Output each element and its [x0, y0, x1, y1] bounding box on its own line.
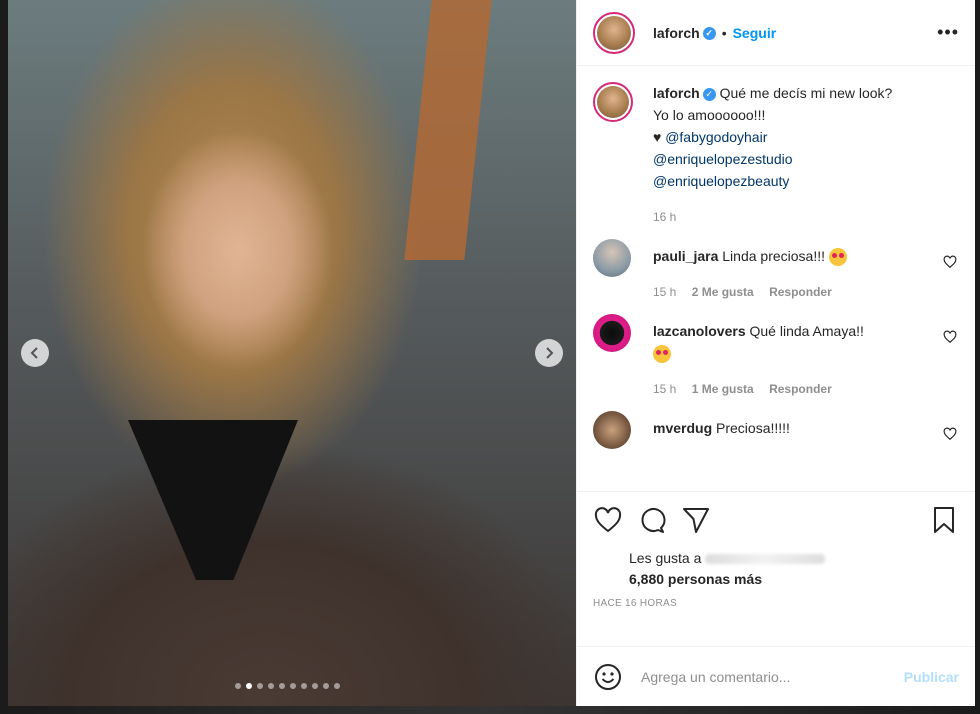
heart-icon[interactable] [943, 255, 957, 269]
comment-time[interactable]: 15 h [653, 382, 676, 396]
comment-item: mverdug Preciosa!!!!! [593, 411, 959, 449]
caption-line1: Qué me decís mi new look? [719, 85, 893, 101]
post-header: laforch ✓ • Seguir ••• [577, 0, 975, 66]
comment-likes[interactable]: 1 Me gusta [692, 382, 754, 396]
carousel-prev-button[interactable] [21, 339, 49, 367]
carousel-dot [312, 683, 318, 689]
heart-icon[interactable] [943, 330, 957, 344]
commenter-avatar[interactable] [593, 239, 631, 277]
caption-line2: Yo lo amoooooo!!! [653, 107, 766, 123]
comments-list[interactable]: laforch ✓ Qué me decís mi new look? Yo lo… [577, 66, 975, 492]
author-avatar[interactable] [593, 11, 635, 54]
comment-bubble-icon[interactable] [637, 505, 667, 535]
comment-text: pauli_jara Linda preciosa!!! 15 h 2 Me g… [653, 245, 893, 303]
more-options-button[interactable]: ••• [937, 22, 959, 43]
carousel-dot [235, 683, 241, 689]
caption-time[interactable]: 16 h [653, 210, 676, 224]
commenter-avatar[interactable] [593, 411, 631, 449]
post-timestamp[interactable]: HACE 16 HORAS [577, 590, 975, 609]
carousel-next-button[interactable] [535, 339, 563, 367]
caption: laforch ✓ Qué me decís mi new look? Yo lo… [593, 82, 959, 228]
add-comment-bar: Publicar [577, 646, 975, 706]
post-photo[interactable] [8, 0, 576, 706]
reply-button[interactable]: Responder [769, 382, 832, 396]
reply-button[interactable]: Responder [769, 285, 832, 299]
mention-link[interactable]: @enriquelopezestudio [653, 148, 892, 170]
carousel-dot [290, 683, 296, 689]
commenter-username[interactable]: pauli_jara [653, 248, 718, 264]
chevron-right-icon [546, 347, 554, 359]
photo-window-frame [404, 0, 492, 260]
post-modal: laforch ✓ • Seguir ••• laforch ✓ Qué me de… [8, 0, 975, 706]
comment-time[interactable]: 15 h [653, 285, 676, 299]
comment-text: lazcanolovers Qué linda Amaya!! 15 h 1 M… [653, 320, 893, 400]
bookmark-icon[interactable] [929, 505, 959, 535]
comment-meta: 15 h 1 Me gusta Responder [653, 378, 893, 400]
comment-body: Linda preciosa!!! [722, 248, 825, 264]
likes-prefix: Les gusta a [629, 550, 702, 566]
comment-item: pauli_jara Linda preciosa!!! 15 h 2 Me g… [593, 239, 959, 303]
commenter-avatar[interactable] [593, 314, 631, 352]
heart-eyes-emoji-icon [653, 345, 671, 364]
commenter-username[interactable]: lazcanolovers [653, 323, 746, 339]
verified-icon: ✓ [702, 27, 716, 41]
caption-avatar[interactable] [593, 82, 633, 122]
heart-icon[interactable] [943, 427, 957, 441]
mention-link[interactable]: @fabygodoyhair [665, 129, 767, 145]
carousel-dot [279, 683, 285, 689]
caption-username[interactable]: laforch [653, 85, 700, 101]
comment-item: lazcanolovers Qué linda Amaya!! 15 h 1 M… [593, 314, 959, 400]
mention-link[interactable]: @enriquelopezbeauty [653, 170, 892, 192]
carousel-dots [235, 683, 340, 689]
publish-button[interactable]: Publicar [904, 669, 959, 685]
comment-body: Preciosa!!!!! [716, 420, 790, 436]
photo-shirt [128, 420, 298, 580]
heart-eyes-emoji-icon [828, 248, 847, 267]
share-send-icon[interactable] [681, 505, 711, 535]
chevron-left-icon [30, 347, 38, 359]
emoji-smile-icon[interactable] [593, 662, 623, 692]
carousel-dot [246, 683, 252, 689]
likes-count[interactable]: 6,880 personas más [629, 571, 762, 587]
likes-summary[interactable]: Les gusta a 6,880 personas más [577, 548, 975, 590]
comment-likes[interactable]: 2 Me gusta [692, 285, 754, 299]
liker-name-blurred [705, 554, 826, 565]
comment-body: Qué linda Amaya!! [749, 323, 864, 339]
carousel-dot [257, 683, 263, 689]
carousel-dot [301, 683, 307, 689]
comment-meta: 15 h 2 Me gusta Responder [653, 281, 893, 303]
post-sidebar: laforch ✓ • Seguir ••• laforch ✓ Qué me de… [576, 0, 975, 706]
comment-input[interactable] [639, 667, 904, 686]
carousel-dot [334, 683, 340, 689]
carousel-dot [323, 683, 329, 689]
header-separator: • [721, 24, 727, 41]
verified-icon: ✓ [702, 87, 716, 101]
action-bar [577, 492, 975, 548]
like-heart-icon[interactable] [593, 505, 623, 535]
follow-button[interactable]: Seguir [733, 25, 777, 41]
commenter-username[interactable]: mverdug [653, 420, 712, 436]
comment-text: mverdug Preciosa!!!!! [653, 417, 893, 439]
heart-symbol: ♥ [653, 129, 662, 145]
author-username[interactable]: laforch ✓ [653, 25, 716, 41]
caption-meta: 16 h [653, 206, 892, 228]
caption-text: laforch ✓ Qué me decís mi new look? Yo lo… [653, 82, 892, 228]
carousel-dot [268, 683, 274, 689]
